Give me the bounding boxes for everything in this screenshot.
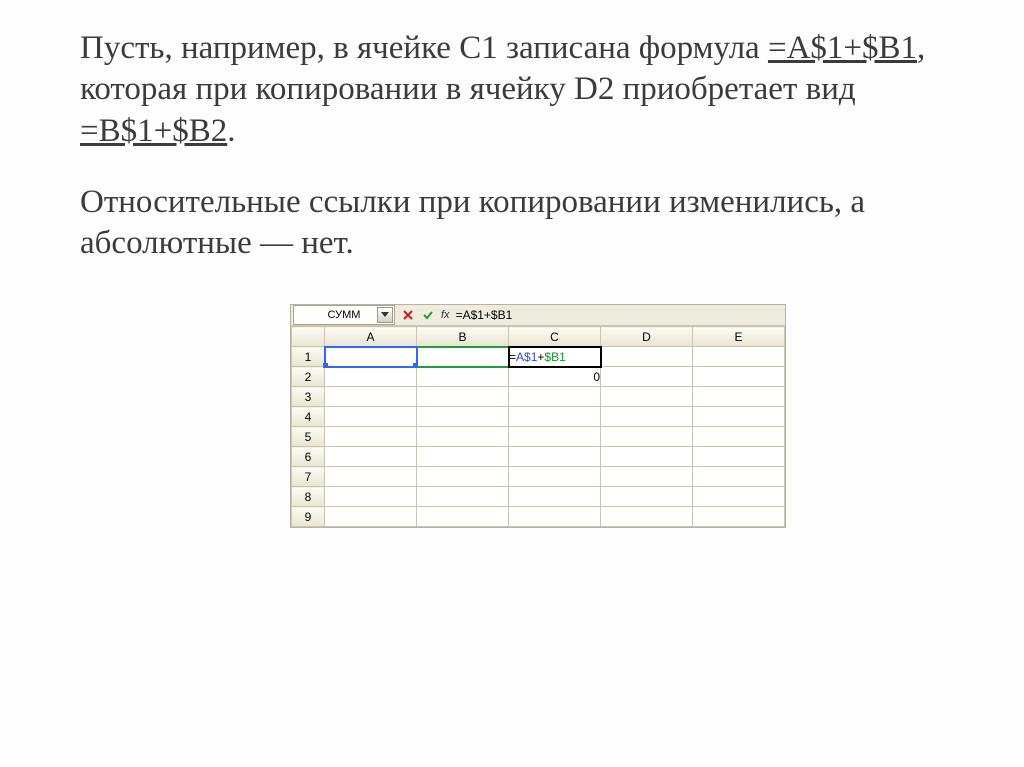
cell-d2[interactable] (601, 367, 693, 387)
cell-e1[interactable] (693, 347, 785, 367)
cell-e9[interactable] (693, 507, 785, 527)
row-header-2[interactable]: 2 (292, 367, 325, 387)
col-header-e[interactable]: E (693, 327, 785, 347)
formula-1: =А$1+$В1 (768, 30, 917, 66)
cell-a9[interactable] (325, 507, 417, 527)
enter-icon[interactable] (419, 306, 437, 324)
cell-b6[interactable] (417, 447, 509, 467)
cell-b9[interactable] (417, 507, 509, 527)
cell-b2[interactable] (417, 367, 509, 387)
cell-c4[interactable] (509, 407, 601, 427)
formula-bar-text[interactable]: =A$1+$B1 (456, 308, 513, 322)
cell-c5[interactable] (509, 427, 601, 447)
cell-c6[interactable] (509, 447, 601, 467)
cell-c1[interactable]: =A$1+$B1 (509, 347, 601, 367)
cell-b7[interactable] (417, 467, 509, 487)
formula-bar: СУММ fx =A$1+$B1 (291, 305, 785, 326)
row-header-3[interactable]: 3 (292, 387, 325, 407)
formula-2: =В$1+$В2 (80, 113, 227, 149)
cell-a8[interactable] (325, 487, 417, 507)
ref-a: A$1 (516, 350, 537, 364)
row-header-1[interactable]: 1 (292, 347, 325, 367)
cell-e3[interactable] (693, 387, 785, 407)
cell-b5[interactable] (417, 427, 509, 447)
cell-a4[interactable] (325, 407, 417, 427)
cell-d1[interactable] (601, 347, 693, 367)
cell-d7[interactable] (601, 467, 693, 487)
p1-prefix: Пусть, например, в ячейке С1 записана фо… (80, 30, 768, 66)
cell-c2-value: 0 (593, 370, 600, 384)
col-header-a[interactable]: A (325, 327, 417, 347)
cell-d5[interactable] (601, 427, 693, 447)
cell-e8[interactable] (693, 487, 785, 507)
col-header-c[interactable]: C (509, 327, 601, 347)
row-header-5[interactable]: 5 (292, 427, 325, 447)
cell-d8[interactable] (601, 487, 693, 507)
cell-d4[interactable] (601, 407, 693, 427)
paragraph-2: Относительные ссылки при копировании изм… (80, 182, 944, 265)
select-all-corner[interactable] (292, 327, 325, 347)
cell-b3[interactable] (417, 387, 509, 407)
cell-d3[interactable] (601, 387, 693, 407)
row-header-8[interactable]: 8 (292, 487, 325, 507)
fx-icon[interactable]: fx (441, 309, 450, 321)
cell-b8[interactable] (417, 487, 509, 507)
col-header-d[interactable]: D (601, 327, 693, 347)
cell-e7[interactable] (693, 467, 785, 487)
cell-c3[interactable] (509, 387, 601, 407)
cell-e4[interactable] (693, 407, 785, 427)
row-header-7[interactable]: 7 (292, 467, 325, 487)
cell-e5[interactable] (693, 427, 785, 447)
cell-a7[interactable] (325, 467, 417, 487)
cell-d9[interactable] (601, 507, 693, 527)
col-header-b[interactable]: B (417, 327, 509, 347)
cell-a3[interactable] (325, 387, 417, 407)
ref-b: $B1 (544, 350, 565, 364)
spreadsheet: СУММ fx =A$1+$B1 A B C D E (290, 304, 786, 528)
cell-a6[interactable] (325, 447, 417, 467)
cancel-icon[interactable] (399, 306, 417, 324)
cell-a5[interactable] (325, 427, 417, 447)
cell-c1-formula: =A$1+$B1 (509, 350, 566, 364)
cell-c2[interactable]: 0 (509, 367, 601, 387)
eq-sign: = (509, 350, 516, 364)
cell-a2[interactable] (325, 367, 417, 387)
grid: A B C D E 1 =A$1+$B1 2 0 (291, 326, 785, 527)
name-box[interactable]: СУММ (293, 305, 395, 325)
cell-d6[interactable] (601, 447, 693, 467)
cell-c7[interactable] (509, 467, 601, 487)
cell-a1[interactable] (325, 347, 417, 367)
name-box-dropdown-icon[interactable] (377, 307, 393, 323)
cell-e2[interactable] (693, 367, 785, 387)
cell-c9[interactable] (509, 507, 601, 527)
cell-c8[interactable] (509, 487, 601, 507)
row-header-4[interactable]: 4 (292, 407, 325, 427)
paragraph-1: Пусть, например, в ячейке С1 записана фо… (80, 28, 944, 152)
cell-e6[interactable] (693, 447, 785, 467)
row-header-6[interactable]: 6 (292, 447, 325, 467)
p1-suffix: . (227, 113, 235, 149)
name-box-text: СУММ (328, 309, 361, 321)
cell-b4[interactable] (417, 407, 509, 427)
cell-b1[interactable] (417, 347, 509, 367)
row-header-9[interactable]: 9 (292, 507, 325, 527)
